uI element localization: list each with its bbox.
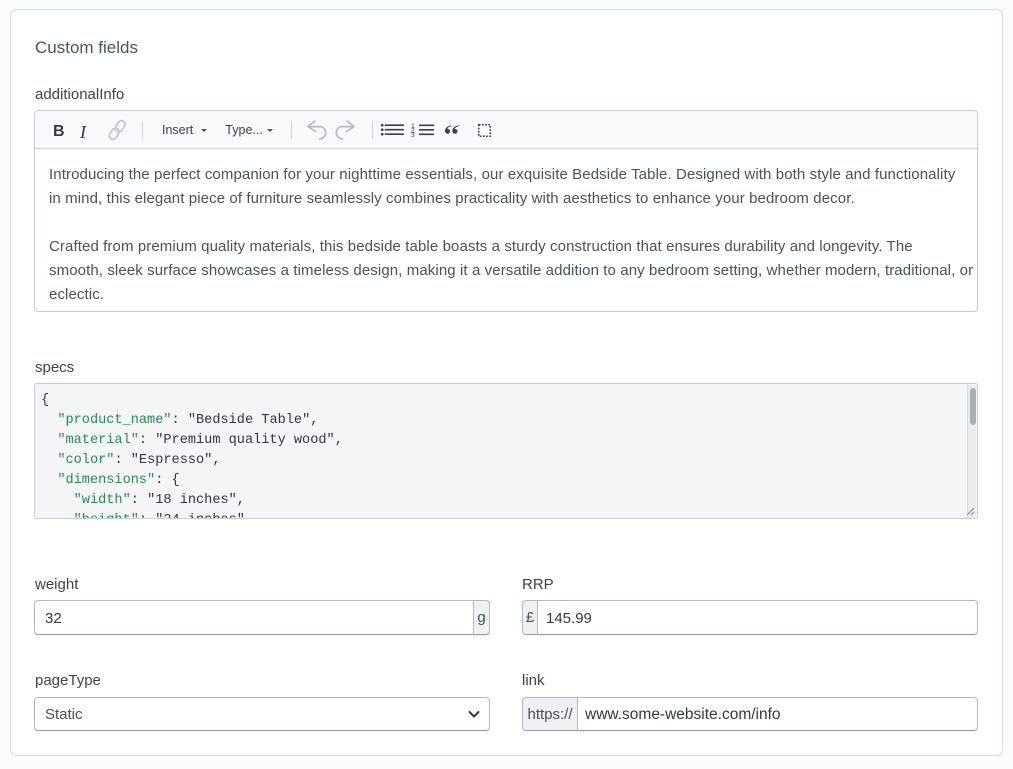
svg-text:3: 3 bbox=[411, 132, 415, 138]
